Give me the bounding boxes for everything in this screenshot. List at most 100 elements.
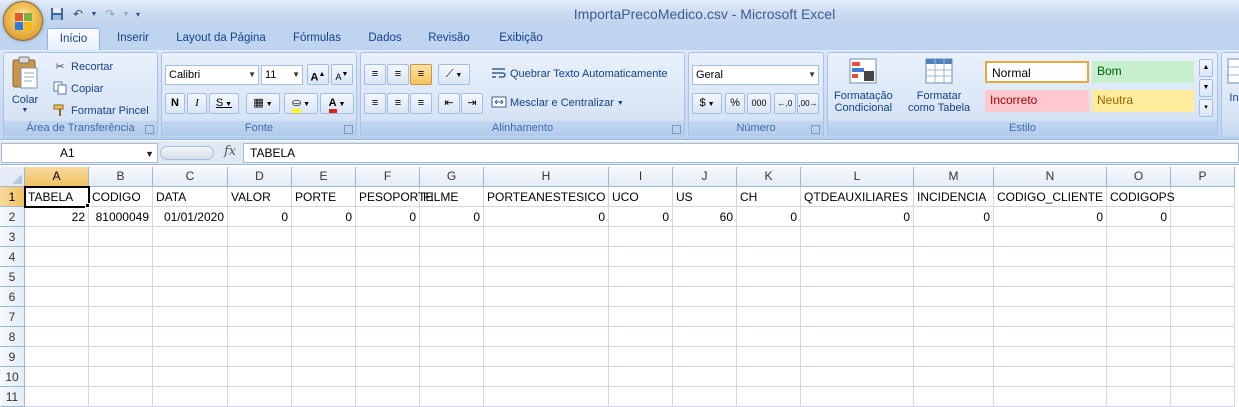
- cell-b8[interactable]: [89, 327, 153, 347]
- cell-o10[interactable]: [1107, 367, 1171, 387]
- cell-f2[interactable]: 0: [356, 207, 420, 227]
- cell-b5[interactable]: [89, 267, 153, 287]
- row-header-8[interactable]: 8: [0, 327, 25, 347]
- cell-l1[interactable]: QTDEAUXILIARES: [801, 187, 914, 207]
- cell-b7[interactable]: [89, 307, 153, 327]
- align-center-button[interactable]: ≡: [387, 93, 409, 114]
- thousands-button[interactable]: 000: [747, 93, 771, 114]
- cell-e6[interactable]: [292, 287, 356, 307]
- name-box[interactable]: A1 ▼: [1, 143, 158, 163]
- cell-h5[interactable]: [484, 267, 609, 287]
- cell-l5[interactable]: [801, 267, 914, 287]
- cell-a4[interactable]: [25, 247, 89, 267]
- cell-e3[interactable]: [292, 227, 356, 247]
- column-header-i[interactable]: I: [609, 167, 673, 187]
- cell-e5[interactable]: [292, 267, 356, 287]
- cell-i9[interactable]: [609, 347, 673, 367]
- cell-j6[interactable]: [673, 287, 737, 307]
- cell-n4[interactable]: [994, 247, 1107, 267]
- copy-button[interactable]: Copiar: [52, 81, 103, 97]
- cell-i5[interactable]: [609, 267, 673, 287]
- cell-j8[interactable]: [673, 327, 737, 347]
- styles-scroll-down-icon[interactable]: ▼: [1199, 79, 1213, 97]
- column-header-j[interactable]: J: [673, 167, 737, 187]
- cell-n3[interactable]: [994, 227, 1107, 247]
- row-header-6[interactable]: 6: [0, 287, 25, 307]
- alignment-launcher-icon[interactable]: [672, 125, 681, 134]
- fill-handle[interactable]: [85, 203, 90, 208]
- cell-g3[interactable]: [420, 227, 484, 247]
- increase-indent-button[interactable]: ⇥: [461, 93, 483, 114]
- cell-n5[interactable]: [994, 267, 1107, 287]
- row-header-10[interactable]: 10: [0, 367, 25, 387]
- cell-k3[interactable]: [737, 227, 801, 247]
- cell-h7[interactable]: [484, 307, 609, 327]
- cell-d7[interactable]: [228, 307, 292, 327]
- cell-g7[interactable]: [420, 307, 484, 327]
- font-size-select[interactable]: 11 ▼: [261, 65, 303, 85]
- cell-m1[interactable]: INCIDENCIA: [914, 187, 994, 207]
- cell-b4[interactable]: [89, 247, 153, 267]
- cell-c4[interactable]: [153, 247, 228, 267]
- cell-k1[interactable]: CH: [737, 187, 801, 207]
- cell-o9[interactable]: [1107, 347, 1171, 367]
- column-header-c[interactable]: C: [153, 167, 228, 187]
- column-header-p[interactable]: P: [1171, 167, 1235, 187]
- cell-f1[interactable]: PESOPORTE: [356, 187, 433, 207]
- column-header-a[interactable]: A: [25, 167, 89, 187]
- cell-p1[interactable]: [1171, 187, 1235, 207]
- style-normal[interactable]: Normal: [985, 61, 1089, 83]
- cell-g6[interactable]: [420, 287, 484, 307]
- column-header-h[interactable]: H: [484, 167, 609, 187]
- cell-c9[interactable]: [153, 347, 228, 367]
- cell-a3[interactable]: [25, 227, 89, 247]
- cell-h4[interactable]: [484, 247, 609, 267]
- cell-l4[interactable]: [801, 247, 914, 267]
- cell-d4[interactable]: [228, 247, 292, 267]
- cell-b1[interactable]: CODIGO: [89, 187, 153, 207]
- cell-b3[interactable]: [89, 227, 153, 247]
- cell-c3[interactable]: [153, 227, 228, 247]
- cell-o11[interactable]: [1107, 387, 1171, 407]
- cell-d3[interactable]: [228, 227, 292, 247]
- cell-p9[interactable]: [1171, 347, 1235, 367]
- column-header-e[interactable]: E: [292, 167, 356, 187]
- cell-c10[interactable]: [153, 367, 228, 387]
- row-header-2[interactable]: 2: [0, 207, 25, 227]
- cell-g10[interactable]: [420, 367, 484, 387]
- cell-i11[interactable]: [609, 387, 673, 407]
- cut-button[interactable]: ✂ Recortar: [52, 59, 113, 75]
- cell-o1[interactable]: CODIGOPS: [1107, 187, 1175, 207]
- cell-p7[interactable]: [1171, 307, 1235, 327]
- select-all-button[interactable]: [0, 167, 25, 187]
- tab-exibicao[interactable]: Exibição: [488, 28, 554, 50]
- cell-o7[interactable]: [1107, 307, 1171, 327]
- cell-k5[interactable]: [737, 267, 801, 287]
- cell-k2[interactable]: 0: [737, 207, 801, 227]
- cell-c8[interactable]: [153, 327, 228, 347]
- cell-p4[interactable]: [1171, 247, 1235, 267]
- italic-button[interactable]: I: [187, 93, 207, 114]
- cell-n11[interactable]: [994, 387, 1107, 407]
- cell-n2[interactable]: 0: [994, 207, 1107, 227]
- row-header-7[interactable]: 7: [0, 307, 25, 327]
- cell-o8[interactable]: [1107, 327, 1171, 347]
- cell-c2[interactable]: 01/01/2020: [153, 207, 228, 227]
- cell-n6[interactable]: [994, 287, 1107, 307]
- cell-l10[interactable]: [801, 367, 914, 387]
- cell-o4[interactable]: [1107, 247, 1171, 267]
- cell-n10[interactable]: [994, 367, 1107, 387]
- cell-d8[interactable]: [228, 327, 292, 347]
- cell-l11[interactable]: [801, 387, 914, 407]
- cell-g4[interactable]: [420, 247, 484, 267]
- cell-p10[interactable]: [1171, 367, 1235, 387]
- font-launcher-icon[interactable]: [344, 125, 353, 134]
- conditional-formatting-button[interactable]: Formatação Condicional: [834, 57, 893, 114]
- align-right-button[interactable]: ≡: [410, 93, 432, 114]
- cell-j7[interactable]: [673, 307, 737, 327]
- cell-k6[interactable]: [737, 287, 801, 307]
- paste-button[interactable]: Colar ▼: [10, 56, 40, 114]
- cell-g8[interactable]: [420, 327, 484, 347]
- underline-button[interactable]: S ▼: [209, 93, 239, 114]
- font-color-button[interactable]: A ▼: [320, 93, 354, 114]
